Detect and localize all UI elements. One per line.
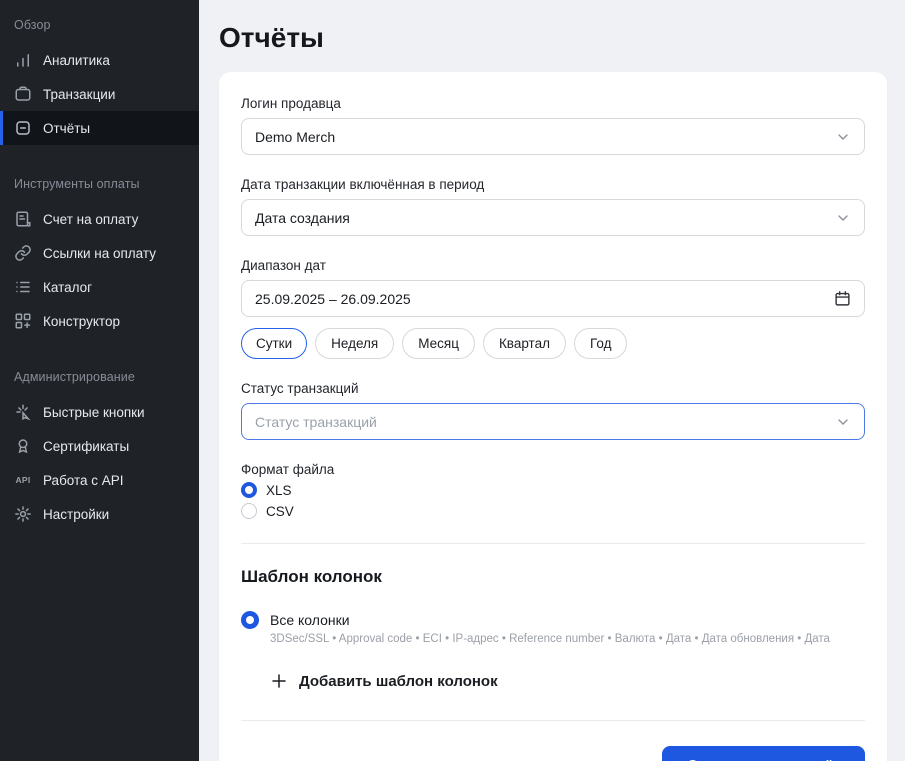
- sidebar-item-transactions[interactable]: Транзакции: [0, 77, 199, 111]
- sidebar-item-payment-links[interactable]: Ссылки на оплату: [0, 236, 199, 270]
- transaction-date-group: Дата транзакции включённая в период Дата…: [241, 177, 865, 236]
- format-option-csv[interactable]: CSV: [241, 503, 865, 519]
- grid-plus-icon: [14, 312, 32, 330]
- sidebar-section-overview: Обзор: [14, 18, 51, 32]
- all-columns-label: Все колонки: [270, 612, 350, 628]
- pill-quarter[interactable]: Квартал: [482, 328, 566, 359]
- add-column-template-button[interactable]: Добавить шаблон колонок: [270, 672, 498, 690]
- period-pills: Сутки Неделя Месяц Квартал Год: [241, 328, 865, 359]
- sidebar-item-label: Отчёты: [43, 120, 91, 136]
- gear-icon: [14, 505, 32, 523]
- merchant-login-label: Логин продавца: [241, 96, 341, 111]
- transaction-date-value: Дата создания: [255, 209, 350, 226]
- sidebar-item-label: Быстрые кнопки: [43, 404, 145, 420]
- sidebar-item-label: Каталог: [43, 279, 93, 295]
- api-icon: API: [15, 475, 31, 485]
- all-columns-option[interactable]: Все колонки 3DSec/SSL • Approval code • …: [241, 611, 865, 645]
- radio-unchecked-icon: [241, 503, 257, 519]
- sidebar-item-label: Работа с API: [43, 472, 124, 488]
- sidebar-item-label: Ссылки на оплату: [43, 245, 156, 261]
- column-template-heading: Шаблон колонок: [241, 567, 382, 586]
- sidebar-item-catalog[interactable]: Каталог: [0, 270, 199, 304]
- radio-checked-icon: [241, 482, 257, 498]
- format-option-label: XLS: [266, 482, 292, 498]
- radio-checked-icon: [241, 611, 259, 629]
- sidebar-item-label: Сертификаты: [43, 438, 130, 454]
- merchant-login-select[interactable]: Demo Merch: [241, 118, 865, 155]
- pill-week[interactable]: Неделя: [315, 328, 395, 359]
- transaction-date-label: Дата транзакции включённая в период: [241, 177, 485, 192]
- form-footer: Сгенерировать отчёт: [241, 746, 865, 761]
- sidebar-section-administration: Администрирование: [14, 370, 135, 384]
- pill-month[interactable]: Месяц: [402, 328, 475, 359]
- report-form-card: Логин продавца Demo Merch Дата транзакци…: [219, 72, 887, 761]
- sidebar-item-invoice[interactable]: Счет на оплату: [0, 202, 199, 236]
- all-columns-texts: Все колонки 3DSec/SSL • Approval code • …: [270, 612, 830, 645]
- file-format-label: Формат файла: [241, 462, 335, 477]
- sidebar-item-label: Транзакции: [43, 86, 116, 102]
- sidebar-item-certificates[interactable]: Сертификаты: [0, 429, 199, 463]
- divider: [241, 543, 865, 544]
- date-range-group: Диапазон дат 25.09.2025 – 26.09.2025 Сут…: [241, 258, 865, 359]
- wallet-icon: [14, 85, 32, 103]
- merchant-login-value: Demo Merch: [255, 128, 336, 145]
- transaction-date-select[interactable]: Дата создания: [241, 199, 865, 236]
- sidebar-section-payment-tools: Инструменты оплаты: [14, 177, 140, 191]
- main-content: Отчёты Логин продавца Demo Merch Дата тр…: [199, 0, 905, 761]
- merchant-login-group: Логин продавца Demo Merch: [241, 96, 865, 155]
- sidebar-item-settings[interactable]: Настройки: [0, 497, 199, 531]
- file-format-group: Формат файла XLS CSV: [241, 462, 865, 519]
- pill-day[interactable]: Сутки: [241, 328, 308, 359]
- sidebar-item-api[interactable]: API Работа с API: [0, 463, 199, 497]
- sidebar-item-label: Счет на оплату: [43, 211, 139, 227]
- status-select[interactable]: Статус транзакций: [241, 403, 865, 440]
- link-icon: [14, 244, 32, 262]
- chevron-down-icon: [835, 210, 851, 226]
- date-range-input[interactable]: 25.09.2025 – 26.09.2025: [241, 280, 865, 317]
- award-icon: [14, 437, 32, 455]
- sidebar-item-label: Конструктор: [43, 313, 120, 329]
- list-icon: [14, 278, 32, 296]
- sparkle-icon: [14, 403, 32, 421]
- sidebar-item-quick-buttons[interactable]: Быстрые кнопки: [0, 395, 199, 429]
- status-group: Статус транзакций Статус транзакций: [241, 381, 865, 440]
- calendar-icon: [834, 290, 851, 307]
- chevron-down-icon: [835, 129, 851, 145]
- sidebar: Обзор Аналитика Транзакции Отчёты Инстру…: [0, 0, 199, 761]
- plus-icon: [270, 672, 288, 690]
- all-columns-sublist: 3DSec/SSL • Approval code • ECI • IP-адр…: [270, 633, 830, 645]
- format-option-xls[interactable]: XLS: [241, 482, 865, 498]
- sidebar-item-constructor[interactable]: Конструктор: [0, 304, 199, 338]
- chevron-down-icon: [835, 414, 851, 430]
- date-range-value: 25.09.2025 – 26.09.2025: [255, 290, 411, 307]
- pill-year[interactable]: Год: [573, 328, 628, 359]
- divider: [241, 720, 865, 721]
- bar-chart-icon: [14, 51, 32, 69]
- report-icon: [14, 119, 32, 137]
- sidebar-item-analytics[interactable]: Аналитика: [0, 43, 199, 77]
- sidebar-item-label: Настройки: [43, 506, 110, 522]
- date-range-label: Диапазон дат: [241, 258, 326, 273]
- generate-report-button[interactable]: Сгенерировать отчёт: [662, 746, 865, 761]
- page-title: Отчёты: [219, 22, 324, 53]
- format-option-label: CSV: [266, 503, 294, 519]
- status-label: Статус транзакций: [241, 381, 359, 396]
- add-column-template-label: Добавить шаблон колонок: [299, 672, 498, 690]
- sidebar-item-reports[interactable]: Отчёты: [0, 111, 199, 145]
- invoice-icon: [14, 210, 32, 228]
- sidebar-item-label: Аналитика: [43, 52, 110, 68]
- status-placeholder: Статус транзакций: [255, 413, 377, 430]
